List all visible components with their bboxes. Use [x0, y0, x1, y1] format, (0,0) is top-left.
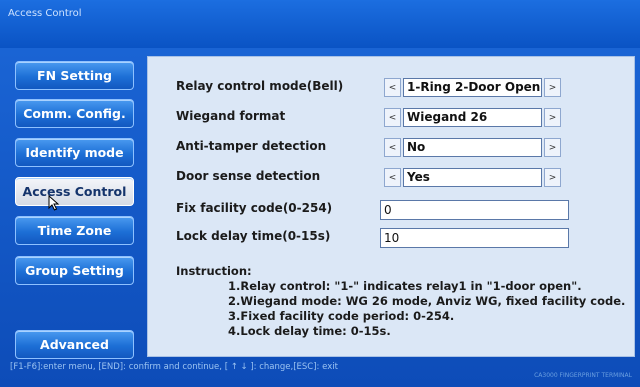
- wiegand-label: Wiegand format: [176, 109, 286, 123]
- lock-delay-input[interactable]: 10: [380, 228, 569, 248]
- anti-tamper-prev-button[interactable]: <: [384, 138, 401, 157]
- sidebar-item-group-setting[interactable]: Group Setting: [15, 256, 134, 285]
- door-sense-value[interactable]: Yes: [403, 168, 542, 187]
- anti-tamper-next-button[interactable]: >: [544, 138, 561, 157]
- instruction-line: 3.Fixed facility code period: 0-254.: [228, 309, 455, 323]
- relay-mode-next-button[interactable]: >: [544, 78, 561, 97]
- sidebar-item-identify-mode[interactable]: Identify mode: [15, 138, 134, 167]
- mouse-pointer-icon: [48, 195, 60, 211]
- sidebar-item-fn-setting[interactable]: FN Setting: [15, 61, 134, 90]
- door-sense-next-button[interactable]: >: [544, 168, 561, 187]
- sidebar-item-time-zone[interactable]: Time Zone: [15, 216, 134, 245]
- door-sense-prev-button[interactable]: <: [384, 168, 401, 187]
- relay-mode-prev-button[interactable]: <: [384, 78, 401, 97]
- instruction-line: 1.Relay control: "1-" indicates relay1 i…: [228, 279, 582, 293]
- instruction-line: 2.Wiegand mode: WG 26 mode, Anviz WG, fi…: [228, 294, 626, 308]
- lock-delay-label: Lock delay time(0-15s): [176, 229, 331, 243]
- relay-mode-value[interactable]: 1-Ring 2-Door Open: [403, 78, 542, 97]
- door-sense-label: Door sense detection: [176, 169, 321, 183]
- settings-panel: Relay control mode(Bell) < 1-Ring 2-Door…: [147, 56, 635, 357]
- wiegand-value[interactable]: Wiegand 26: [403, 108, 542, 127]
- anti-tamper-label: Anti-tamper detection: [176, 139, 327, 153]
- anti-tamper-value[interactable]: No: [403, 138, 542, 157]
- wiegand-prev-button[interactable]: <: [384, 108, 401, 127]
- title-bar: Access Control: [0, 0, 640, 48]
- window-title: Access Control: [8, 8, 82, 19]
- relay-mode-label: Relay control mode(Bell): [176, 79, 344, 93]
- status-bar-hint: [F1-F6]:enter menu, [END]: confirm and c…: [10, 362, 338, 372]
- instruction-line: 4.Lock delay time: 0-15s.: [228, 324, 391, 338]
- wiegand-next-button[interactable]: >: [544, 108, 561, 127]
- instruction-heading: Instruction:: [176, 264, 252, 278]
- sidebar-item-advanced[interactable]: Advanced: [15, 330, 134, 359]
- facility-code-label: Fix facility code(0-254): [176, 201, 333, 215]
- sidebar-item-access-control[interactable]: Access Control: [15, 177, 134, 206]
- facility-code-input[interactable]: 0: [380, 200, 569, 220]
- brand-label: CA3000 FINGERPRINT TERMINAL: [534, 372, 632, 379]
- sidebar-item-comm-config[interactable]: Comm. Config.: [15, 99, 134, 128]
